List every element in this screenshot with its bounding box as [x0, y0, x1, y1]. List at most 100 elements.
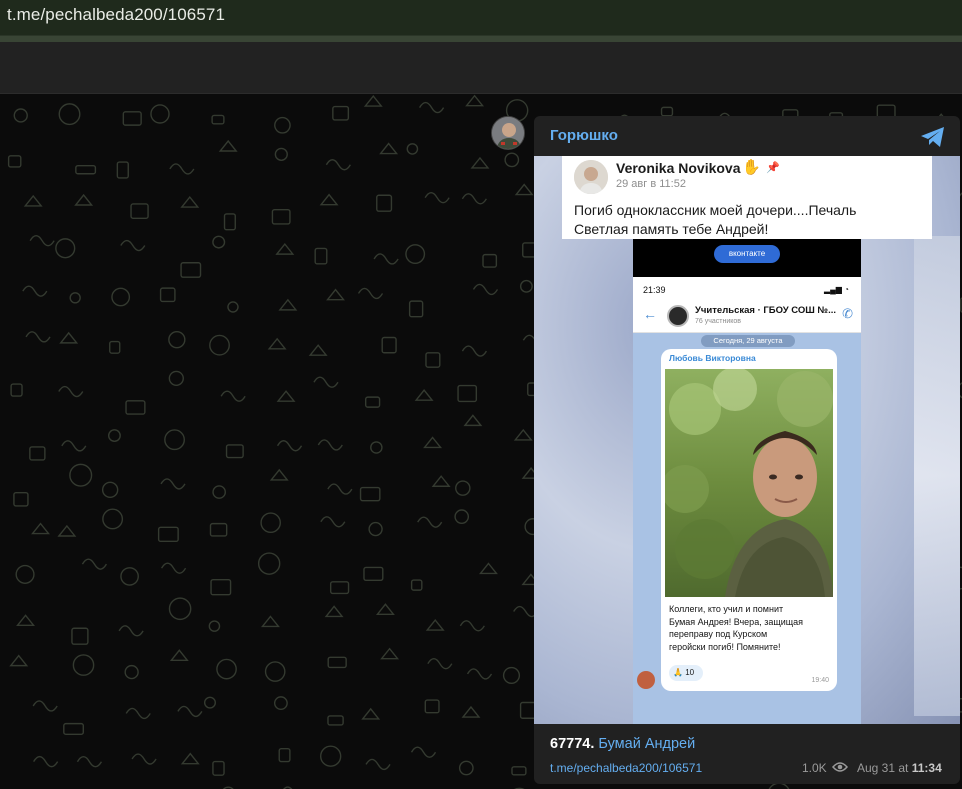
- doodle-shape: [29, 235, 55, 247]
- doodle-shape: [169, 649, 189, 662]
- back-arrow-icon: ←: [643, 306, 657, 322]
- post-link[interactable]: t.me/pechalbeda200/106571: [550, 761, 702, 775]
- doodle-shape: [33, 755, 59, 768]
- toolbar: [0, 42, 962, 94]
- doodle-shape: [470, 156, 490, 169]
- doodle-shape: [427, 658, 453, 670]
- doodle-shape: [459, 620, 485, 632]
- phone-call-icon: ✆: [842, 306, 853, 321]
- eye-icon: [832, 762, 848, 772]
- doodle-shape: [111, 287, 131, 307]
- doodle-shape: [381, 336, 397, 354]
- caption-number: 67774.: [550, 736, 595, 752]
- doodle-shape: [212, 760, 225, 776]
- address-bar[interactable]: t.me/pechalbeda200/106571: [0, 0, 962, 36]
- doodle-shape: [278, 747, 291, 763]
- doodle-shape: [209, 522, 228, 537]
- doodle-shape: [313, 376, 339, 388]
- reaction-count: 10: [685, 668, 695, 677]
- doodle-shape: [29, 446, 46, 461]
- message-line: геройски погиб! Помяните!: [669, 641, 781, 652]
- doodle-shape: [319, 745, 342, 767]
- doodle-shape: [327, 483, 353, 495]
- doodle-shape: [203, 696, 216, 709]
- url-text[interactable]: t.me/pechalbeda200/106571: [7, 5, 225, 25]
- doodle-shape: [120, 239, 146, 252]
- post-date-time: 11:34: [911, 761, 942, 775]
- doodle-shape: [414, 389, 434, 401]
- fb-author-name: Veronika Novikova: [616, 160, 741, 176]
- caption-name-link[interactable]: Бумай Андрей: [598, 736, 695, 752]
- doodle-shape: [461, 705, 481, 718]
- doodle-shape: [63, 722, 84, 735]
- doodle-shape: [410, 579, 423, 591]
- doodle-shape: [69, 463, 93, 487]
- fb-avatar: [574, 160, 608, 194]
- doodle-shape: [209, 334, 230, 356]
- doodle-shape: [365, 758, 391, 771]
- message-line: переправу под Курском: [669, 629, 768, 639]
- doodle-shape: [164, 429, 185, 451]
- doodle-shape: [424, 192, 450, 204]
- doodle-shape: [405, 244, 426, 265]
- doodle-shape: [363, 94, 383, 107]
- doodle-shape: [479, 562, 498, 575]
- doodle-shape: [55, 238, 76, 259]
- embedded-post: Veronika Novikova ✋ 📌 29 авг в 11:52 Пог…: [562, 156, 932, 239]
- message-card[interactable]: Горюшко Veronika Novikova ✋ 📌 29 авг в 1…: [534, 116, 960, 784]
- post-image[interactable]: Veronika Novikova ✋ 📌 29 авг в 11:52 Пог…: [534, 156, 960, 724]
- channel-name[interactable]: Горюшко: [550, 127, 618, 144]
- doodle-shape: [514, 183, 534, 196]
- doodle-shape: [267, 337, 287, 350]
- message-line: Коллеги, кто учил и помнит: [669, 604, 784, 614]
- doodle-shape: [324, 605, 344, 618]
- doodle-shape: [327, 715, 344, 726]
- doodle-shape: [325, 159, 351, 171]
- doodle-shape: [71, 627, 89, 645]
- post-date-prefix: Aug 31 at: [857, 761, 909, 775]
- message-line: Бумая Андрея! Вчера, защищая: [669, 616, 804, 627]
- doodle-shape: [61, 440, 87, 452]
- doodle-shape: [417, 516, 443, 528]
- doodle-shape: [425, 352, 441, 368]
- doodle-shape: [359, 486, 381, 502]
- doodle-shape: [10, 383, 23, 397]
- doodle-shape: [379, 142, 399, 155]
- hand-emoji-icon: ✋: [742, 159, 761, 176]
- doodle-shape: [319, 193, 339, 206]
- doodle-shape: [76, 756, 103, 768]
- doodle-shape: [177, 705, 203, 718]
- doodle-shape: [363, 566, 384, 581]
- doodle-shape: [120, 567, 139, 586]
- vk-bar: вконтакте: [633, 239, 861, 277]
- doodle-shape: [406, 143, 419, 155]
- doodle-shape: [454, 509, 470, 524]
- phone-screenshot: вконтакте 21:39 ▂▄▆ ◔ ← Учительская · ГБ…: [633, 239, 861, 724]
- doodle-shape: [23, 194, 43, 207]
- doodle-shape: [511, 766, 527, 776]
- doodle-shape: [210, 578, 232, 596]
- doodle-shape: [502, 666, 521, 685]
- doodle-shape: [431, 475, 451, 487]
- doodle-shape: [308, 344, 328, 356]
- doodle-shape: [180, 195, 200, 208]
- group-name: Учительская · ГБОУ СОШ №...: [695, 305, 837, 316]
- doodle-shape: [513, 428, 533, 441]
- doodle-shape: [122, 111, 142, 126]
- doodle-shape: [180, 262, 202, 278]
- image-blur-right: [914, 236, 960, 716]
- doodle-shape: [329, 581, 350, 595]
- doodle-shape: [275, 242, 295, 255]
- doodle-shape: [216, 658, 237, 680]
- doodle-shape: [125, 400, 146, 415]
- doodle-shape: [32, 700, 58, 712]
- doodle-shape: [116, 161, 129, 179]
- channel-avatar[interactable]: [491, 116, 525, 150]
- pin-icon: 📌: [766, 162, 780, 174]
- doodle-shape: [211, 114, 225, 125]
- portrait-photo: [665, 369, 833, 597]
- doodle-shape: [218, 139, 238, 152]
- telegram-plane-icon[interactable]: [920, 125, 946, 149]
- phone-screen: 21:39 ▂▄▆ ◔ ← Учительская · ГБОУ СОШ №..…: [633, 277, 861, 724]
- doodle-shape: [25, 331, 51, 343]
